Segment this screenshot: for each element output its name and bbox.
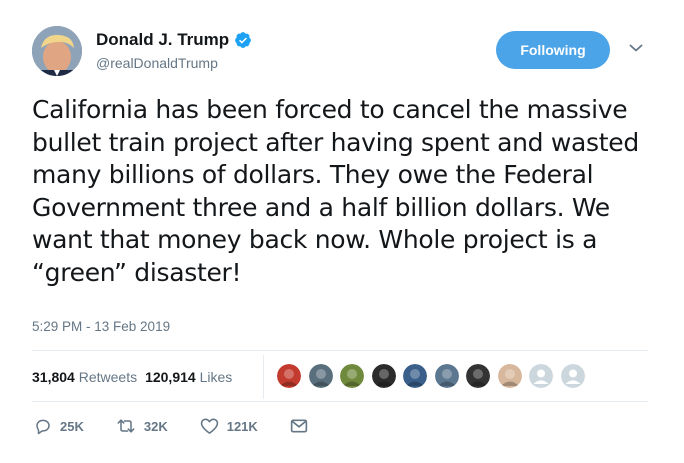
author-block: Donald J. Trump @realDonaldTrump	[96, 30, 252, 71]
liker-avatars	[277, 364, 592, 388]
retweet-count: 32K	[143, 418, 168, 434]
retweets-count: 31,804	[32, 369, 75, 385]
like-action[interactable]: 121K	[200, 417, 258, 435]
retweet-icon	[117, 419, 135, 433]
liker-avatar[interactable]	[497, 364, 522, 388]
verified-badge-icon	[234, 31, 252, 49]
liker-avatar[interactable]	[277, 364, 301, 388]
liker-avatar[interactable]	[340, 364, 364, 388]
liker-avatar[interactable]	[529, 364, 553, 388]
stats-top-divider	[32, 350, 648, 351]
liker-avatar[interactable]	[560, 364, 585, 388]
likes-stat[interactable]: 120,914 Likes	[145, 369, 232, 385]
heart-icon	[200, 418, 218, 434]
liker-avatar[interactable]	[403, 364, 427, 388]
liker-avatar[interactable]	[308, 364, 333, 388]
chevron-down-icon[interactable]	[629, 43, 643, 53]
liker-avatar[interactable]	[371, 364, 396, 388]
stats-separator	[263, 355, 264, 399]
retweet-action[interactable]: 32K	[116, 417, 168, 435]
reply-count: 25K	[60, 418, 84, 434]
author-avatar[interactable]	[32, 26, 82, 76]
author-handle[interactable]: @realDonaldTrump	[96, 55, 252, 71]
author-display-name[interactable]: Donald J. Trump	[96, 30, 229, 50]
like-count: 121K	[226, 418, 258, 434]
likes-label: Likes	[199, 369, 233, 385]
retweets-stat[interactable]: 31,804 Retweets	[32, 369, 137, 385]
liker-avatar[interactable]	[466, 364, 490, 388]
tweet-stats: 31,804 Retweets 120,914 Likes	[32, 369, 240, 385]
direct-message-action[interactable]	[290, 418, 308, 434]
likes-count: 120,914	[145, 369, 196, 385]
envelope-icon	[290, 419, 307, 433]
stats-bottom-divider	[32, 401, 648, 402]
reply-action[interactable]: 25K	[34, 417, 84, 435]
reply-icon	[36, 419, 50, 435]
avatar-image	[32, 26, 82, 76]
tweet-actions: 25K 32K 121K	[34, 417, 340, 435]
retweets-label: Retweets	[78, 369, 138, 385]
tweet-text: California has been forced to cancel the…	[32, 95, 639, 287]
following-button[interactable]: Following	[496, 31, 610, 69]
liker-avatar[interactable]	[434, 364, 459, 388]
tweet-timestamp[interactable]: 5:29 PM - 13 Feb 2019	[32, 319, 170, 334]
